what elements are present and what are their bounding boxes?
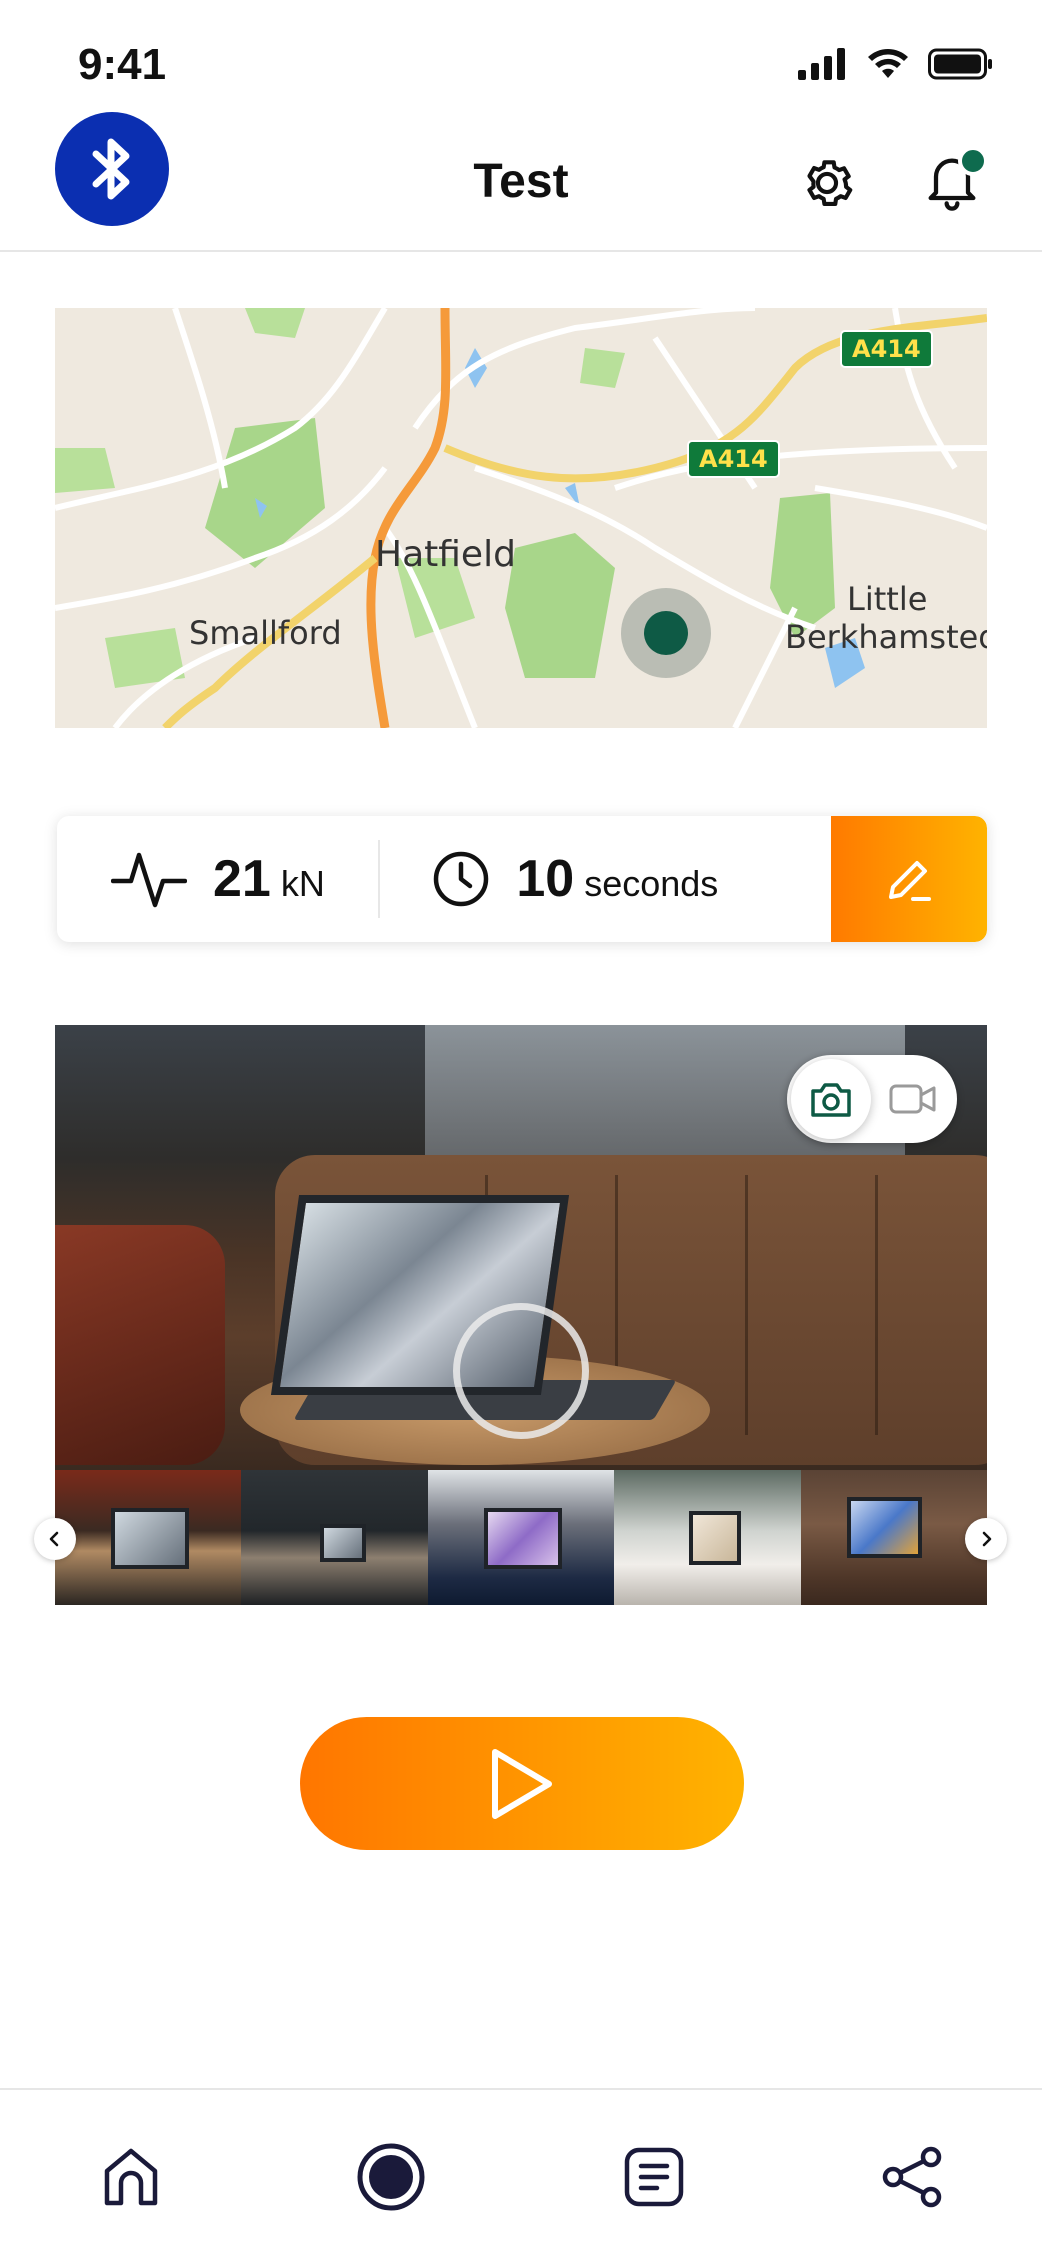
nav-share[interactable] — [878, 2142, 948, 2212]
location-marker — [621, 588, 711, 678]
thumbnail-5[interactable] — [800, 1470, 988, 1605]
signal-icon — [798, 48, 845, 80]
gear-icon — [807, 160, 853, 206]
status-time: 9:41 — [78, 40, 167, 89]
force-unit: kN — [280, 863, 325, 904]
capture-button[interactable] — [453, 1303, 589, 1439]
thumbnail-strip — [55, 1470, 988, 1605]
force-value: 21 — [213, 850, 271, 908]
nav-home[interactable] — [96, 2142, 166, 2212]
road-shield-a414-top: A414 — [840, 330, 933, 368]
battery-icon — [928, 48, 992, 80]
nav-record[interactable] — [356, 2142, 426, 2212]
clock-icon — [434, 851, 489, 907]
status-icons — [798, 48, 994, 80]
video-icon — [889, 1084, 936, 1114]
wifi-icon — [868, 49, 908, 78]
map-label-smallford: Smallford — [189, 614, 342, 652]
test-parameters-card: 21 kN 10 seconds — [57, 816, 987, 942]
play-icon — [492, 1748, 552, 1819]
duration-unit: seconds — [584, 863, 719, 904]
activity-icon — [111, 852, 187, 908]
map-background — [55, 308, 987, 728]
preview-chair — [55, 1225, 225, 1465]
bottom-navigation — [0, 2088, 1042, 2256]
start-test-button[interactable] — [300, 1717, 744, 1850]
video-mode-button[interactable] — [885, 1071, 941, 1127]
map-label-hatfield: Hatfield — [375, 534, 516, 575]
chevron-left-icon — [49, 1531, 59, 1547]
document-icon — [624, 2147, 684, 2207]
capture-mode-toggle[interactable] — [787, 1055, 957, 1143]
notification-badge — [958, 146, 988, 176]
thumbnails-prev-button[interactable] — [34, 1518, 76, 1560]
map-label-berkhamsted: Berkhamsted — [785, 618, 987, 656]
chevron-right-icon — [982, 1531, 992, 1547]
settings-button[interactable] — [796, 152, 858, 214]
record-icon — [357, 2143, 425, 2211]
edit-parameters-button[interactable] — [831, 816, 987, 942]
notifications-button[interactable] — [920, 146, 990, 218]
location-map[interactable]: A414 A414 Hatfield Smallford Little Berk… — [55, 308, 987, 728]
photo-mode-button[interactable] — [791, 1059, 871, 1139]
thumbnail-3[interactable] — [427, 1470, 615, 1605]
nav-logs[interactable] — [619, 2142, 689, 2212]
thumbnail-1[interactable] — [55, 1470, 242, 1605]
page-title: Test — [473, 155, 569, 208]
pencil-icon — [889, 861, 932, 901]
duration-stat: 10 seconds — [380, 816, 831, 942]
share-icon — [882, 2146, 942, 2208]
duration-value: 10 — [516, 850, 575, 908]
thumbnails-next-button[interactable] — [965, 1518, 1007, 1560]
thumbnail-2[interactable] — [241, 1470, 428, 1605]
map-label-little: Little — [847, 580, 928, 618]
camera-icon — [811, 1083, 851, 1117]
thumbnail-4[interactable] — [614, 1470, 801, 1605]
road-shield-a414-middle: A414 — [687, 440, 780, 478]
home-icon — [104, 2148, 158, 2206]
force-stat: 21 kN — [57, 816, 378, 942]
camera-preview[interactable] — [55, 1025, 987, 1470]
app-header: Test — [0, 110, 1042, 252]
